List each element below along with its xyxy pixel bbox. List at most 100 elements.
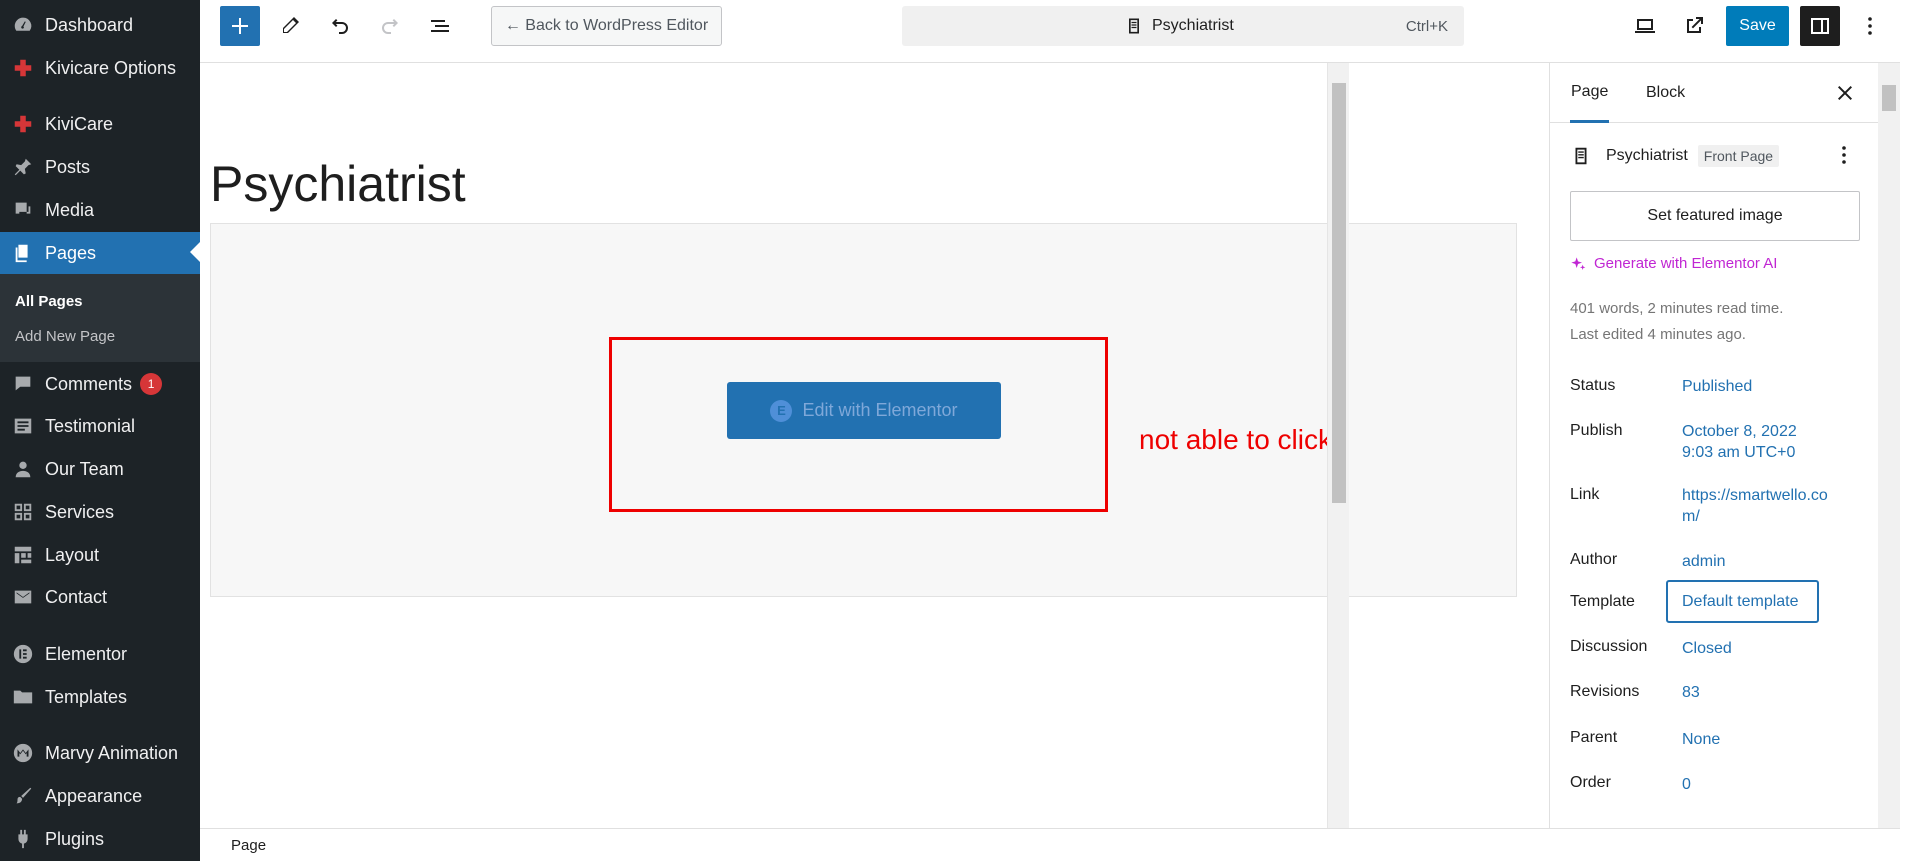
menu-label: Testimonial bbox=[45, 415, 136, 436]
page-icon bbox=[1575, 147, 1587, 165]
set-featured-image-button[interactable]: Set featured image bbox=[1570, 191, 1860, 241]
menu-item-dashboard[interactable]: Dashboard bbox=[0, 5, 200, 45]
menu-item-kivicare[interactable]: KiviCare bbox=[0, 104, 200, 144]
menu-item-layout[interactable]: Layout bbox=[0, 535, 200, 575]
view-page-button[interactable] bbox=[1674, 6, 1714, 46]
parent-value[interactable]: None bbox=[1682, 729, 1720, 750]
user-icon bbox=[0, 458, 45, 480]
grid-icon bbox=[0, 501, 45, 523]
pages-submenu: All Pages Add New Page bbox=[0, 274, 200, 362]
menu-item-appearance[interactable]: Appearance bbox=[0, 776, 200, 816]
settings-sidebar: Page Block Psychiatrist Front Page Set f… bbox=[1549, 63, 1879, 828]
menu-item-media[interactable]: Media bbox=[0, 190, 200, 230]
tab-page[interactable]: Page bbox=[1570, 63, 1610, 123]
page-actions-button[interactable] bbox=[1832, 143, 1856, 167]
mail-icon bbox=[0, 586, 45, 608]
preview-button[interactable] bbox=[1625, 6, 1665, 46]
back-to-wordpress-editor-button[interactable]: ← Back to WordPress Editor bbox=[491, 6, 722, 46]
save-button[interactable]: Save bbox=[1726, 6, 1789, 46]
menu-label: Plugins bbox=[45, 828, 105, 849]
add-block-button[interactable] bbox=[220, 6, 260, 46]
discussion-label: Discussion bbox=[1570, 638, 1648, 655]
pin-icon bbox=[0, 156, 45, 178]
page-summary: Psychiatrist Front Page bbox=[1570, 145, 1780, 167]
menu-item-posts[interactable]: Posts bbox=[0, 147, 200, 187]
paintbrush-icon bbox=[0, 785, 45, 807]
menu-item-comments[interactable]: Comments 1 bbox=[0, 364, 200, 404]
options-menu-button[interactable] bbox=[1850, 6, 1890, 46]
menu-item-kivicare-options[interactable]: Kivicare Options bbox=[0, 48, 200, 88]
media-icon bbox=[0, 199, 45, 221]
menu-item-services[interactable]: Services bbox=[0, 492, 200, 532]
external-link-icon bbox=[1687, 17, 1703, 33]
edit-with-elementor-button[interactable]: E Edit with Elementor bbox=[727, 382, 1001, 439]
settings-toggle-button[interactable] bbox=[1800, 6, 1840, 46]
menu-label: Layout bbox=[45, 544, 100, 565]
permalink-value[interactable]: https://smartwello.co m/ bbox=[1682, 485, 1828, 527]
dashboard-icon bbox=[0, 14, 45, 36]
breadcrumb-page[interactable]: Page bbox=[231, 837, 266, 854]
menu-item-our-team[interactable]: Our Team bbox=[0, 449, 200, 489]
submenu-all-pages[interactable]: All Pages bbox=[0, 284, 200, 319]
menu-item-marvy-animation[interactable]: Marvy Animation bbox=[0, 733, 200, 773]
close-settings-button[interactable] bbox=[1833, 81, 1857, 105]
keyboard-shortcut: Ctrl+K bbox=[1405, 17, 1448, 35]
menu-label: KiviCare bbox=[45, 113, 114, 134]
document-title-text: Psychiatrist bbox=[1152, 17, 1234, 34]
link-label: Link bbox=[1570, 486, 1600, 503]
comment-icon bbox=[0, 373, 45, 395]
document-overview-button[interactable] bbox=[420, 6, 460, 46]
admin-sidebar: Dashboard Kivicare Options KiviCare Post… bbox=[0, 0, 200, 861]
menu-item-plugins[interactable]: Plugins bbox=[0, 819, 200, 859]
status-value[interactable]: Published bbox=[1682, 376, 1752, 397]
permalink-line-1: https://smartwello.co bbox=[1682, 487, 1828, 504]
sidebar-tabs: Page Block bbox=[1550, 63, 1879, 123]
redo-icon bbox=[382, 19, 398, 34]
menu-label: Elementor bbox=[45, 643, 128, 664]
author-value[interactable]: admin bbox=[1682, 551, 1726, 572]
menu-label: Kivicare Options bbox=[45, 57, 177, 78]
page-icon bbox=[1129, 18, 1139, 34]
close-icon bbox=[1838, 86, 1852, 100]
undo-button[interactable] bbox=[320, 6, 360, 46]
generate-with-elementor-ai-link[interactable]: Generate with Elementor AI bbox=[1570, 255, 1777, 272]
menu-item-elementor[interactable]: Elementor bbox=[0, 634, 200, 674]
desktop-icon bbox=[1635, 19, 1655, 33]
page-title[interactable]: Psychiatrist bbox=[210, 155, 466, 213]
revisions-value[interactable]: 83 bbox=[1682, 682, 1700, 703]
pencil-icon bbox=[283, 17, 299, 33]
comments-count-badge: 1 bbox=[140, 373, 163, 395]
publish-date-value[interactable]: October 8, 2022 9:03 am UTC+0 bbox=[1682, 421, 1797, 463]
tools-button[interactable] bbox=[270, 6, 310, 46]
menu-item-testimonial[interactable]: Testimonial bbox=[0, 406, 200, 446]
scrollbar-thumb[interactable] bbox=[1882, 85, 1896, 111]
elementor-logo-icon: E bbox=[770, 399, 793, 422]
order-value[interactable]: 0 bbox=[1682, 774, 1691, 795]
discussion-value[interactable]: Closed bbox=[1682, 638, 1732, 659]
canvas-scrollbar[interactable] bbox=[1327, 63, 1349, 828]
submenu-add-new-page[interactable]: Add New Page bbox=[0, 319, 200, 354]
menu-label: Our Team bbox=[45, 458, 124, 479]
tab-block[interactable]: Block bbox=[1646, 63, 1685, 123]
menu-label: Comments bbox=[45, 373, 133, 394]
menu-label: Posts bbox=[45, 156, 91, 177]
block-breadcrumb: Page bbox=[200, 828, 1900, 861]
edit-with-elementor-label: Edit with Elementor bbox=[802, 400, 958, 420]
command-palette-bar[interactable]: Psychiatrist Ctrl+K bbox=[902, 6, 1464, 46]
sidebar-scrollbar[interactable] bbox=[1878, 63, 1900, 828]
parent-label: Parent bbox=[1570, 729, 1618, 746]
plugin-icon bbox=[0, 828, 45, 850]
order-label: Order bbox=[1570, 774, 1611, 791]
menu-item-templates[interactable]: Templates bbox=[0, 677, 200, 717]
pages-icon bbox=[0, 242, 45, 264]
scrollbar-thumb[interactable] bbox=[1332, 83, 1346, 503]
menu-item-contact[interactable]: Contact bbox=[0, 577, 200, 617]
menu-label: Marvy Animation bbox=[45, 742, 179, 763]
testimonial-icon bbox=[0, 415, 45, 437]
redo-button[interactable] bbox=[370, 6, 410, 46]
menu-item-pages[interactable]: Pages bbox=[0, 232, 200, 274]
template-label: Template bbox=[1570, 593, 1635, 610]
menu-label: Pages bbox=[45, 242, 97, 263]
list-view-icon bbox=[431, 20, 449, 32]
revisions-label: Revisions bbox=[1570, 683, 1640, 700]
